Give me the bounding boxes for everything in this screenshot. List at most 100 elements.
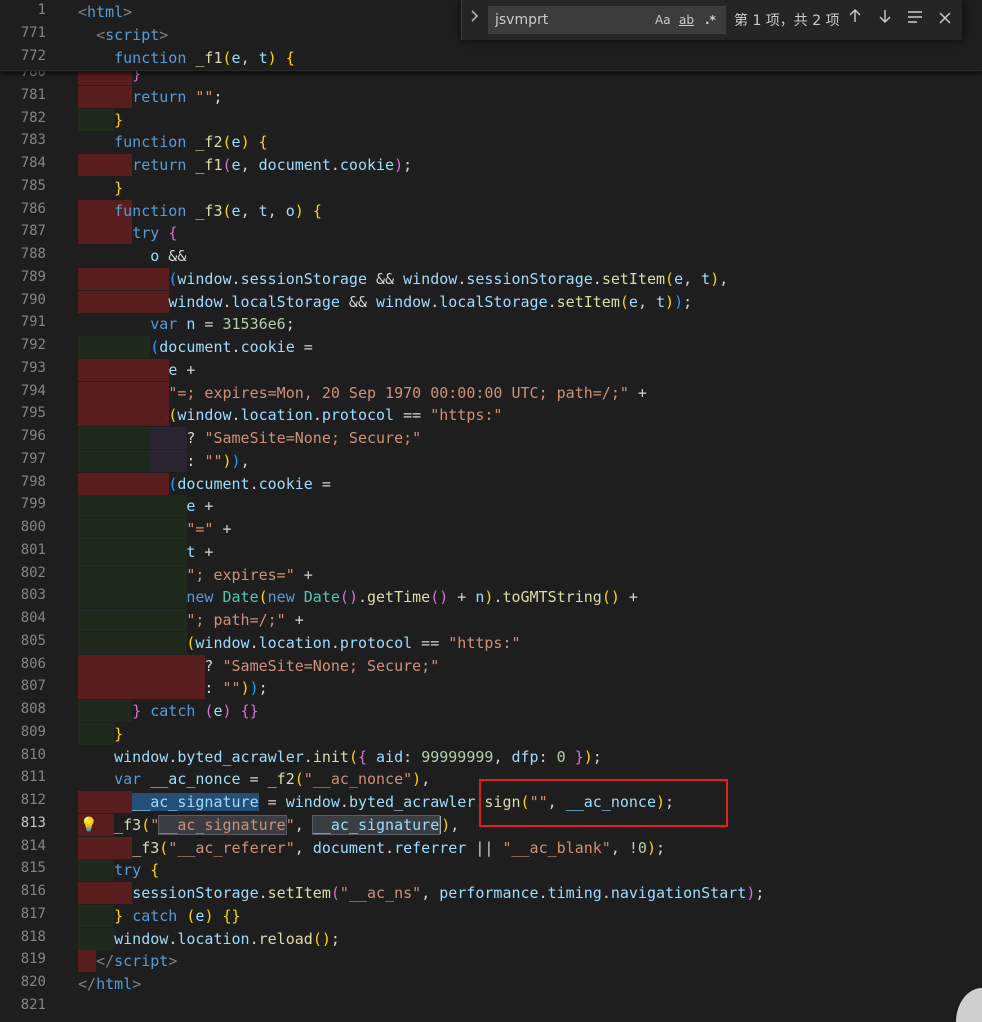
line-number[interactable]: 809	[0, 724, 46, 740]
code-line[interactable]: e +	[78, 359, 982, 381]
line-number[interactable]: 821	[0, 997, 46, 1013]
code-line[interactable]: try {	[78, 859, 982, 881]
line-number[interactable]: 1	[0, 2, 46, 18]
line-number[interactable]: 798	[0, 474, 46, 490]
code-line[interactable]: return "";	[78, 86, 982, 108]
line-number[interactable]: 784	[0, 155, 46, 171]
code-line[interactable]: (document.cookie =	[78, 336, 982, 358]
line-number[interactable]: 782	[0, 110, 46, 126]
line-number[interactable]: 801	[0, 542, 46, 558]
code-line[interactable]: "; expires=" +	[78, 564, 982, 586]
code-token: cookie	[339, 156, 395, 174]
line-number[interactable]: 802	[0, 565, 46, 581]
regex-toggle[interactable]: .*	[705, 11, 716, 29]
sticky-code-line[interactable]: function _f1(e, t) {	[78, 47, 982, 69]
arrow-down-icon[interactable]	[874, 8, 896, 30]
code-line[interactable]: }	[78, 109, 982, 131]
code-line[interactable]: e +	[78, 495, 982, 517]
line-number[interactable]: 788	[0, 246, 46, 262]
code-line[interactable]: </script>	[78, 950, 982, 972]
line-number[interactable]: 820	[0, 974, 46, 990]
code-token: )	[348, 588, 358, 607]
line-number[interactable]: 792	[0, 337, 46, 353]
line-number[interactable]: 816	[0, 883, 46, 899]
code-line[interactable]: "=; expires=Mon, 20 Sep 1970 00:00:00 UT…	[78, 382, 982, 404]
line-number[interactable]: 783	[0, 132, 46, 148]
line-number[interactable]: 813	[0, 815, 46, 831]
line-number[interactable]: 806	[0, 656, 46, 672]
code-line[interactable]: sessionStorage.setItem("__ac_ns", perfor…	[78, 882, 982, 904]
line-number[interactable]: 807	[0, 678, 46, 694]
line-number[interactable]: 796	[0, 428, 46, 444]
line-number[interactable]: 794	[0, 383, 46, 399]
line-number[interactable]: 787	[0, 223, 46, 239]
code-line[interactable]: window.localStorage && window.localStora…	[78, 291, 982, 313]
code-line[interactable]: _f3("__ac_referer", document.referrer ||…	[78, 837, 982, 859]
line-number[interactable]: 771	[0, 25, 46, 41]
code-line[interactable]: try {	[78, 222, 982, 244]
line-number[interactable]: 818	[0, 929, 46, 945]
line-number[interactable]: 786	[0, 201, 46, 217]
code-line[interactable]	[78, 996, 982, 1018]
line-number[interactable]: 785	[0, 178, 46, 194]
lightbulb-icon[interactable]: 💡	[80, 817, 97, 833]
line-number[interactable]: 819	[0, 951, 46, 967]
code-token: ,	[240, 201, 259, 220]
line-number[interactable]: 805	[0, 633, 46, 649]
code-line[interactable]: ? "SameSite=None; Secure;"	[78, 427, 982, 449]
line-number[interactable]: 817	[0, 906, 46, 922]
lines-icon[interactable]	[904, 8, 926, 30]
find-input[interactable]	[495, 10, 645, 30]
code-line[interactable]: (window.location.protocol == "https:"	[78, 632, 982, 654]
line-number[interactable]: 789	[0, 269, 46, 285]
line-number[interactable]: 791	[0, 314, 46, 330]
code-line[interactable]: return _f1(e, document.cookie);	[78, 154, 982, 176]
code-line[interactable]: "; path=/;" +	[78, 609, 982, 631]
code-line[interactable]: var n = 31536e6;	[78, 313, 982, 335]
code-token: ""	[222, 679, 241, 698]
code-line[interactable]: window.location.reload();	[78, 928, 982, 950]
code-line[interactable]: window.byted_acrawler.init({ aid: 999999…	[78, 746, 982, 768]
code-line[interactable]: "=" +	[78, 518, 982, 540]
line-number[interactable]: 790	[0, 292, 46, 308]
code-line[interactable]: new Date(new Date().getTime() + n).toGMT…	[78, 586, 982, 608]
code-editor[interactable]: 780 } 781 return ""; 782 } 783 function _f2…	[0, 0, 982, 1022]
code-line[interactable]: }	[78, 723, 982, 745]
code-token: :	[403, 747, 422, 766]
code-line[interactable]: (window.sessionStorage && window.session…	[78, 268, 982, 290]
line-number[interactable]: 815	[0, 860, 46, 876]
code-line[interactable]: ? "SameSite=None; Secure;"	[78, 655, 982, 677]
line-number[interactable]: 799	[0, 496, 46, 512]
code-line[interactable]: } catch (e) {}	[78, 905, 982, 927]
whole-word-toggle[interactable]: ab	[679, 11, 694, 29]
line-number[interactable]: 781	[0, 87, 46, 103]
chevron-right-icon[interactable]	[470, 9, 484, 29]
code-line[interactable]: </html>	[78, 973, 982, 995]
line-number[interactable]: 800	[0, 519, 46, 535]
line-number[interactable]: 793	[0, 360, 46, 376]
code-line[interactable]: } catch (e) {}	[78, 700, 982, 722]
line-number[interactable]: 808	[0, 701, 46, 717]
match-case-toggle[interactable]: Aa	[655, 11, 671, 29]
line-number[interactable]: 797	[0, 451, 46, 467]
code-line[interactable]: o &&	[78, 245, 982, 267]
line-number[interactable]: 810	[0, 747, 46, 763]
code-line[interactable]: (document.cookie =	[78, 473, 982, 495]
line-number[interactable]: 804	[0, 610, 46, 626]
code-line[interactable]: function _f3(e, t, o) {	[78, 200, 982, 222]
code-line[interactable]: : ""));	[78, 677, 982, 699]
close-icon[interactable]	[934, 8, 956, 30]
code-line[interactable]: t +	[78, 541, 982, 563]
line-number[interactable]: 811	[0, 769, 46, 785]
line-number[interactable]: 795	[0, 405, 46, 421]
code-line[interactable]: function _f2(e) {	[78, 131, 982, 153]
line-number[interactable]: 772	[0, 48, 46, 64]
line-number[interactable]: 814	[0, 838, 46, 854]
code-line[interactable]: (window.location.protocol == "https:"	[78, 404, 982, 426]
line-number[interactable]: 803	[0, 587, 46, 603]
arrow-up-icon[interactable]	[844, 8, 866, 30]
code-line[interactable]: : "")),	[78, 450, 982, 472]
code-line[interactable]: }	[78, 177, 982, 199]
line-number[interactable]: 812	[0, 792, 46, 808]
